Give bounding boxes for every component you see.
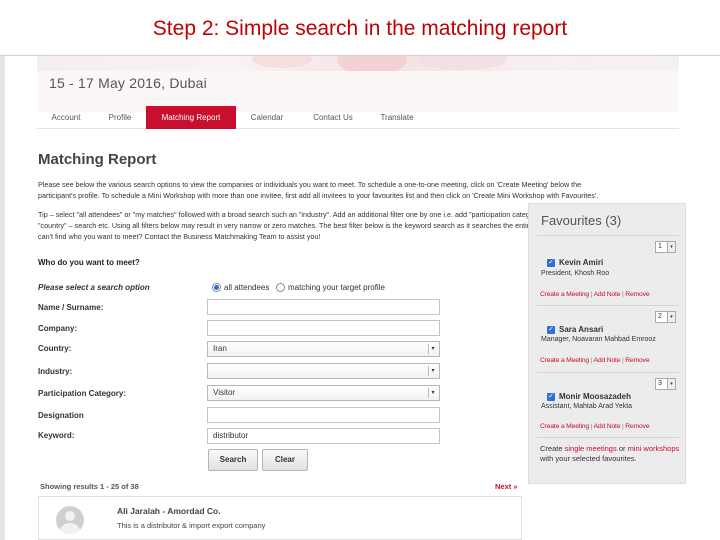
add-note-link[interactable]: Add Note	[594, 357, 621, 364]
website-screenshot: 15 - 17 May 2016, Dubai Account Profile …	[28, 56, 692, 540]
favourite-order-select[interactable]: 1 ▾	[655, 241, 676, 253]
remove-link[interactable]: Remove	[625, 423, 649, 430]
name-input[interactable]	[207, 299, 440, 315]
chevron-down-icon: ▾	[667, 312, 675, 322]
next-link[interactable]: Next »	[495, 482, 518, 491]
clear-button[interactable]: Clear	[262, 449, 308, 471]
company-label: Company:	[38, 324, 78, 333]
favourite-role: Manager, Noavaran Mahbad Emrooz	[541, 336, 656, 343]
create-meeting-link[interactable]: Create a Meeting	[540, 291, 589, 298]
category-value: Visitor	[213, 388, 236, 397]
nav-calendar[interactable]: Calendar	[243, 106, 291, 129]
favourite-checkbox[interactable]: ✓	[547, 393, 555, 401]
country-label: Country:	[38, 344, 72, 353]
mini-workshops-link[interactable]: mini workshops	[628, 444, 680, 453]
intro-line-1: Please see below the various search opti…	[38, 180, 582, 189]
result-description: This is a distributor & import export co…	[117, 521, 266, 530]
nav-contact-us[interactable]: Contact Us	[305, 106, 361, 129]
industry-label: Industry:	[38, 367, 73, 376]
nav-profile[interactable]: Profile	[97, 106, 143, 129]
divider	[537, 437, 679, 438]
result-card[interactable]: Ali Jaralah - Amordad Co. This is a dist…	[38, 496, 522, 540]
favourite-order-select[interactable]: 3 ▾	[655, 378, 676, 390]
main-nav: Account Profile Matching Report Calendar…	[37, 106, 679, 129]
favourite-role: Assistant, Mahtab Arad Yekta	[541, 403, 633, 410]
radio-all-attendees[interactable]	[212, 283, 221, 292]
favourite-actions: Create a Meeting | Add Note | Remove	[540, 357, 650, 364]
radio-matching-profile-label: matching your target profile	[288, 283, 385, 292]
keyword-input[interactable]: distributor	[207, 428, 440, 444]
avatar	[56, 506, 84, 534]
search-heading: Who do you want to meet?	[38, 258, 140, 267]
designation-input[interactable]	[207, 407, 440, 423]
intro-line-2: participant's profile. To schedule a Min…	[38, 191, 599, 200]
favourite-name[interactable]: Kevin Amiri	[559, 258, 603, 267]
category-select[interactable]: Visitor ▾	[207, 385, 440, 401]
create-meeting-link[interactable]: Create a Meeting	[540, 357, 589, 364]
search-button[interactable]: Search	[208, 449, 258, 471]
nav-matching-report[interactable]: Matching Report	[146, 106, 236, 129]
category-label: Participation Category:	[38, 389, 127, 398]
country-select[interactable]: Iran ▾	[207, 341, 440, 357]
chevron-down-icon: ▾	[428, 366, 437, 376]
divider	[537, 235, 679, 236]
remove-link[interactable]: Remove	[625, 357, 649, 364]
favourites-footer: Create single meetings or mini workshops…	[540, 444, 680, 463]
chevron-down-icon: ▾	[667, 379, 675, 389]
designation-label: Designation	[38, 411, 84, 420]
nav-account[interactable]: Account	[45, 106, 87, 129]
favourite-checkbox[interactable]: ✓	[547, 259, 555, 267]
event-date: 15 - 17 May 2016, Dubai	[49, 75, 207, 91]
favourite-checkbox[interactable]: ✓	[547, 326, 555, 334]
favourite-order-select[interactable]: 2 ▾	[655, 311, 676, 323]
chevron-down-icon: ▾	[667, 242, 675, 252]
industry-select[interactable]: ▾	[207, 363, 440, 379]
slide-title: Step 2: Simple search in the matching re…	[0, 0, 720, 56]
company-input[interactable]	[207, 320, 440, 336]
results-count: Showing results 1 - 25 of 38	[40, 482, 139, 491]
country-value: Iran	[213, 344, 227, 353]
add-note-link[interactable]: Add Note	[594, 423, 621, 430]
search-option-label: Please select a search option	[38, 283, 150, 292]
divider	[537, 305, 679, 306]
chevron-down-icon: ▾	[428, 388, 437, 398]
radio-matching-profile[interactable]	[276, 283, 285, 292]
remove-link[interactable]: Remove	[625, 291, 649, 298]
keyword-label: Keyword:	[38, 431, 75, 440]
result-name[interactable]: Ali Jaralah - Amordad Co.	[117, 506, 221, 516]
favourites-panel: Favourites (3) 1 ▾ ✓ Kevin Amiri Presiden…	[528, 203, 686, 484]
page-title: Matching Report	[38, 151, 157, 168]
favourite-actions: Create a Meeting | Add Note | Remove	[540, 291, 650, 298]
name-label: Name / Surname:	[38, 303, 104, 312]
create-single-meetings-link[interactable]: single meetings	[565, 444, 617, 453]
favourite-role: President, Khosh Roo	[541, 270, 610, 277]
divider	[537, 372, 679, 373]
slide-left-frame	[0, 56, 5, 540]
create-meeting-link[interactable]: Create a Meeting	[540, 423, 589, 430]
favourite-actions: Create a Meeting | Add Note | Remove	[540, 423, 650, 430]
chevron-down-icon: ▾	[428, 344, 437, 354]
add-note-link[interactable]: Add Note	[594, 291, 621, 298]
favourites-title: Favourites (3)	[541, 213, 622, 228]
radio-all-attendees-label: all attendees	[224, 283, 270, 292]
favourite-name[interactable]: Sara Ansari	[559, 325, 603, 334]
favourite-name[interactable]: Monir Moosazadeh	[559, 392, 631, 401]
nav-translate[interactable]: Translate	[373, 106, 421, 129]
slide: Step 2: Simple search in the matching re…	[0, 0, 720, 540]
